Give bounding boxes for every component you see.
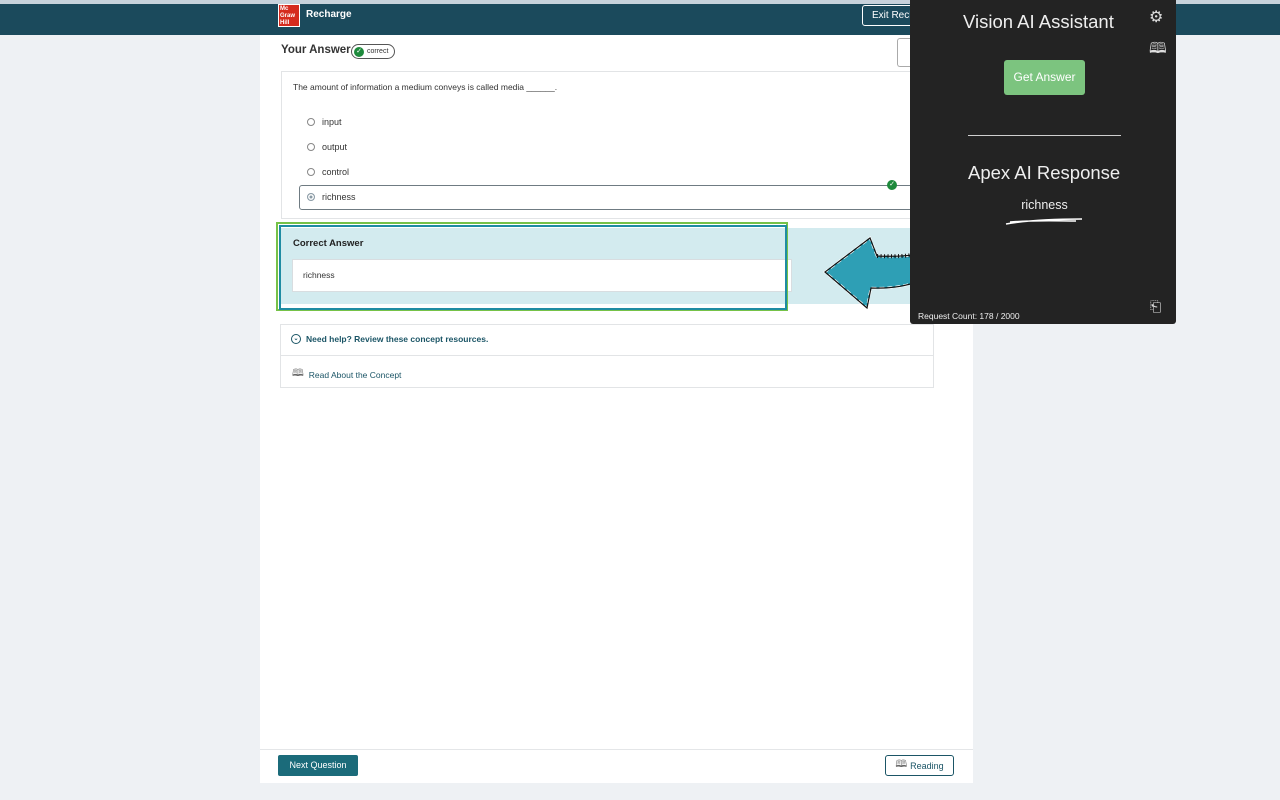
read-link-text: Read About the Concept	[308, 369, 402, 380]
book-icon: 🕮	[292, 368, 304, 379]
get-answer-button[interactable]: Get Answer	[1004, 60, 1085, 95]
reading-button[interactable]: 🕮 Reading	[885, 755, 954, 776]
status-badge: ✓ correct	[351, 44, 396, 59]
option-input[interactable]: input	[307, 117, 342, 127]
reading-button-label: Reading	[910, 760, 944, 771]
selected-option-box[interactable]	[299, 185, 915, 210]
underline-scribble	[1005, 218, 1083, 225]
ai-response-title: Apex AI Response	[968, 162, 1121, 183]
option-label: richness	[322, 192, 356, 202]
exit-icon[interactable]: ⎗	[1150, 298, 1161, 315]
your-answer-label: Your Answer	[281, 44, 351, 56]
radio-button[interactable]	[307, 118, 315, 126]
book-icon[interactable]: 🕮	[1149, 38, 1167, 63]
book-icon: 🕮	[895, 759, 908, 770]
footer-divider	[260, 749, 973, 750]
option-label: control	[322, 167, 350, 177]
radio-button[interactable]	[307, 168, 315, 176]
help-title: Need help? Review these concept resource…	[306, 334, 489, 344]
next-question-button[interactable]: Next Question	[278, 755, 358, 776]
option-richness[interactable]: richness	[307, 192, 356, 202]
gear-icon[interactable]: ⚙	[1149, 7, 1163, 27]
check-icon: ✓	[354, 46, 364, 57]
highlight-frame-teal	[279, 225, 787, 310]
ai-panel-title: Vision AI Assistant	[963, 11, 1114, 32]
help-toggle[interactable]: ⌄ Need help? Review these concept resour…	[291, 334, 488, 344]
option-label: output	[322, 142, 348, 152]
option-label: input	[322, 117, 342, 127]
radio-button[interactable]	[307, 143, 315, 151]
option-control[interactable]: control	[307, 167, 349, 177]
check-icon: ✓	[887, 180, 897, 190]
request-count: Request Count: 178 / 2000	[918, 311, 1020, 321]
ai-response-text: richness	[1021, 198, 1068, 212]
chevron-down-icon: ⌄	[291, 334, 301, 344]
mcgraw-hill-logo: Mc Graw Hill	[278, 4, 300, 27]
help-divider	[281, 355, 933, 356]
read-about-concept-link[interactable]: 🕮 Read About the Concept	[292, 366, 401, 383]
app-title: Recharge	[306, 9, 352, 20]
question-text: The amount of information a medium conve…	[293, 82, 558, 92]
status-badge-text: correct	[367, 48, 389, 55]
ai-panel-divider	[968, 135, 1121, 136]
radio-button-selected[interactable]	[307, 193, 315, 201]
option-output[interactable]: output	[307, 142, 347, 152]
